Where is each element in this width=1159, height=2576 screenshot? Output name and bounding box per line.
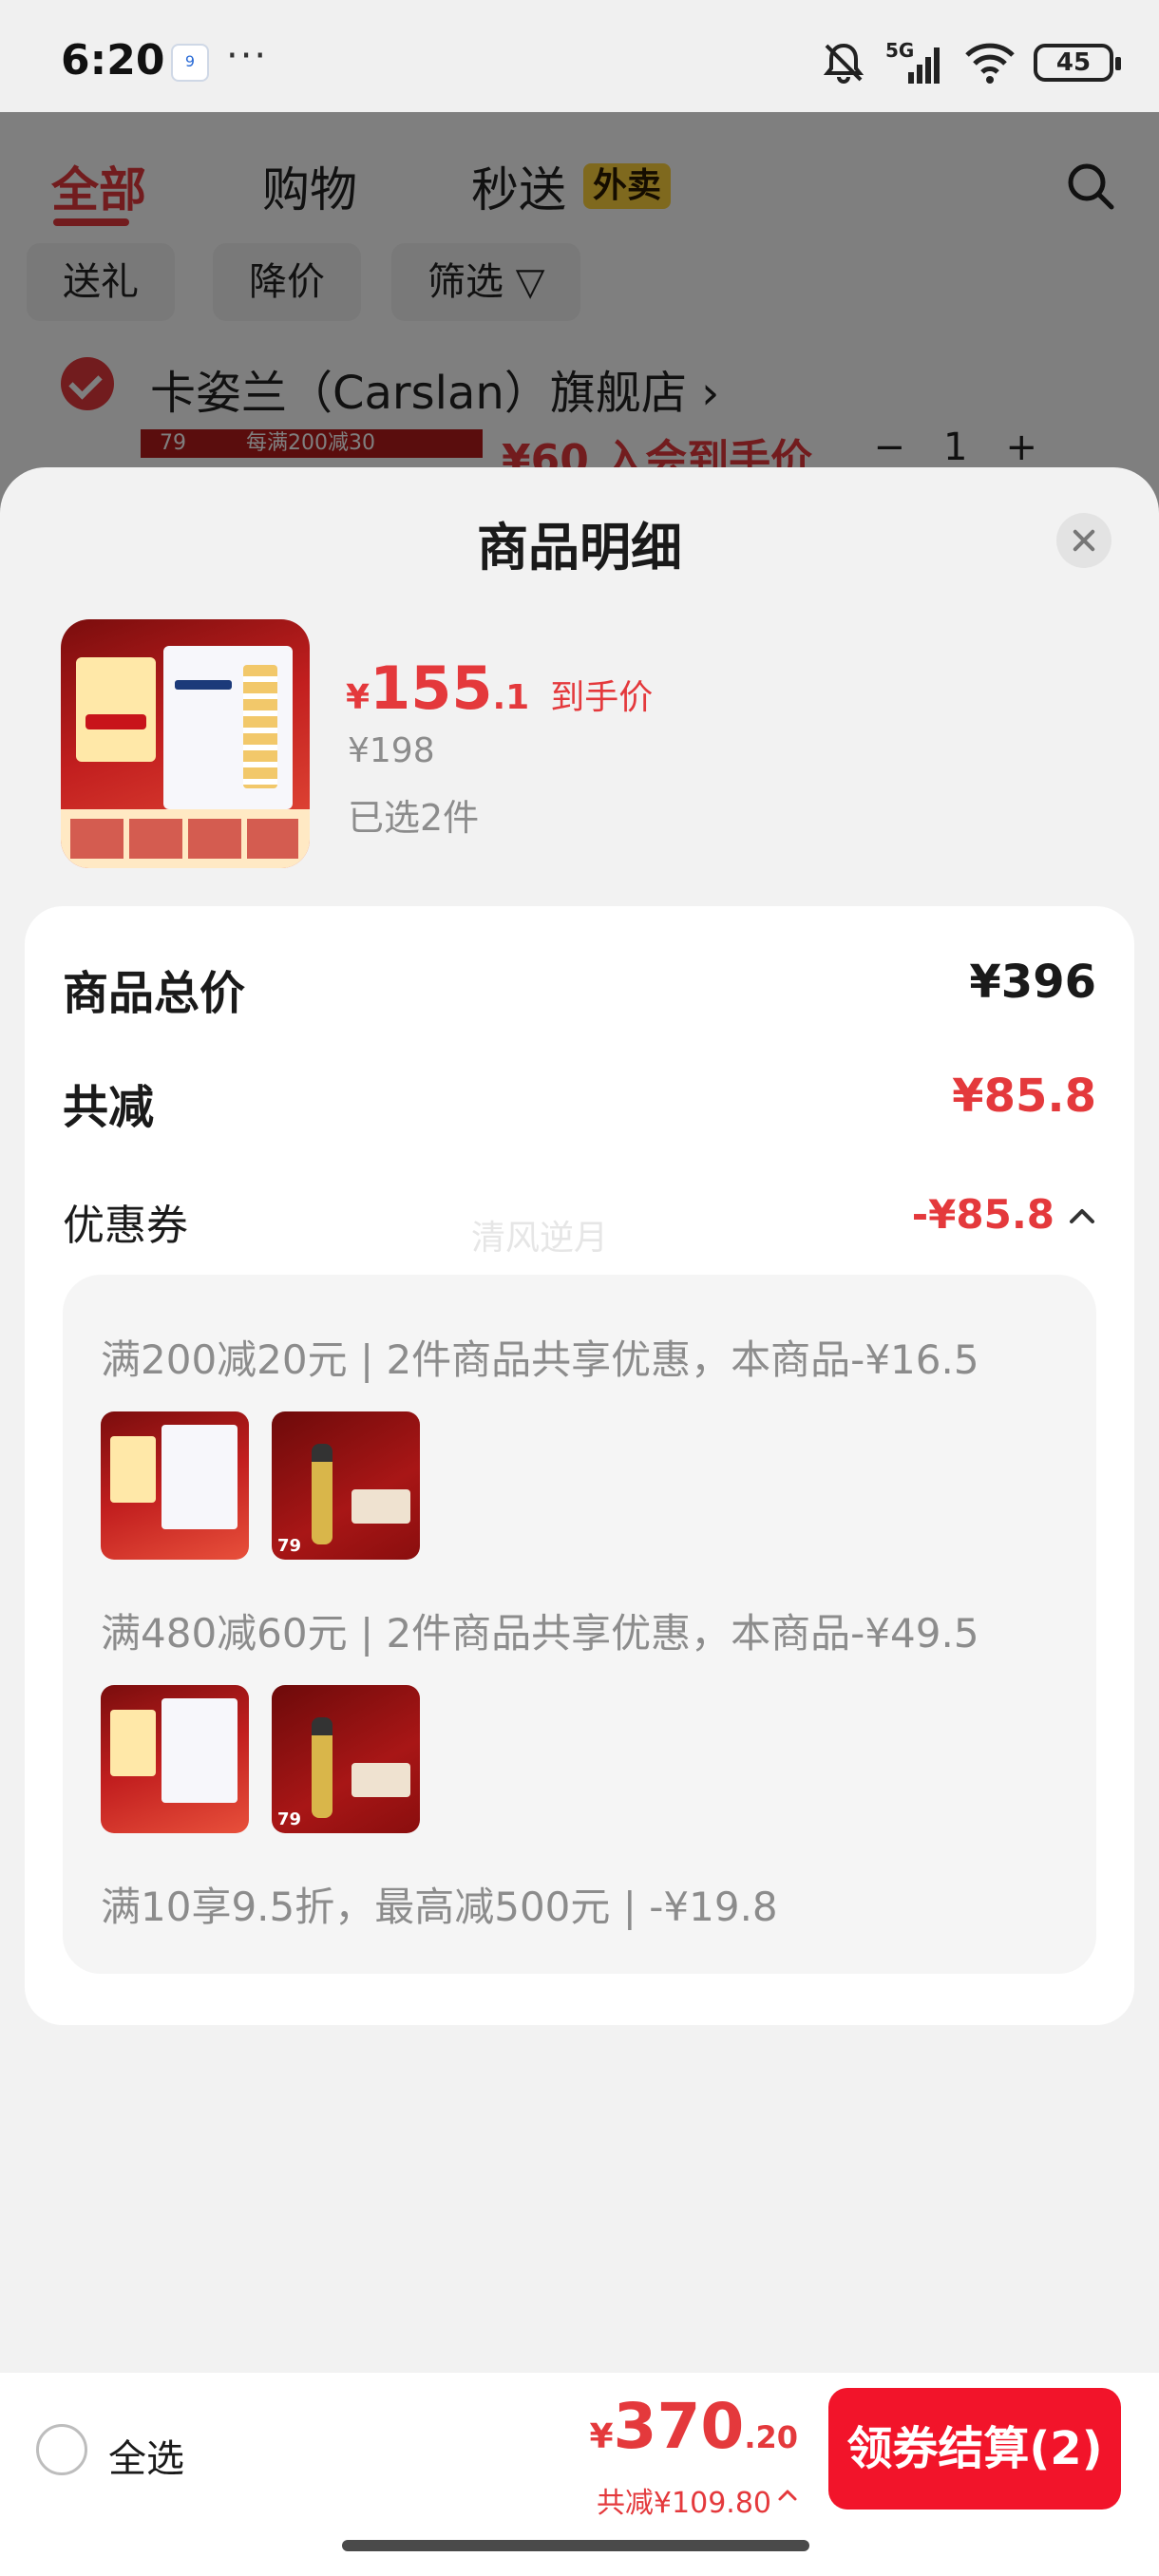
coupon-value[interactable]: -¥85.8 xyxy=(912,1191,1054,1238)
thumb-tag: 79 xyxy=(277,1809,302,1829)
total-saved[interactable]: 共减¥109.80 xyxy=(597,2479,771,2521)
price-detail-card: 商品总价 ¥396 共减 ¥85.8 清风逆月 优惠券 -¥85.8 满200减… xyxy=(25,906,1134,2025)
total-decimal: .20 xyxy=(744,2419,798,2455)
final-price: ¥ 155 .1 到手价 xyxy=(346,653,653,723)
wifi-icon xyxy=(963,40,1016,85)
chevron-up-icon[interactable] xyxy=(1068,1203,1096,1231)
product-image xyxy=(61,619,310,868)
home-indicator[interactable] xyxy=(342,2540,809,2551)
more-notifications-icon: ··· xyxy=(226,34,269,78)
coupon-item-text: 满10享9.5折，最高减500元 | -¥19.8 xyxy=(101,1884,778,1930)
coupon-label[interactable]: 优惠券 xyxy=(63,1191,188,1252)
original-price: ¥198 xyxy=(348,731,435,770)
product-image-badge xyxy=(76,657,156,762)
price-decimal: .1 xyxy=(492,678,530,717)
status-icons: 5G 45 xyxy=(819,36,1121,89)
close-icon[interactable] xyxy=(1056,513,1112,568)
coupon-product-thumb xyxy=(101,1685,249,1833)
network-type-label: 5G xyxy=(885,39,914,62)
selected-count: 已选2件 xyxy=(348,797,480,839)
signal-icon: 5G xyxy=(885,38,946,87)
product-detail-sheet: 商品明细 ¥ 155 .1 到手价 ¥198 已选2件 商品总价 ¥396 共减… xyxy=(0,467,1159,2576)
coupon-list: 满200减20元 | 2件商品共享优惠，本商品-¥16.5 79 满480减60… xyxy=(63,1275,1096,1974)
coupon-item-text: 满480减60元 | 2件商品共享优惠，本商品-¥49.5 xyxy=(101,1610,979,1657)
silent-bell-icon xyxy=(819,38,868,87)
price-tag-label: 到手价 xyxy=(550,678,654,717)
total-price-label: 商品总价 xyxy=(63,967,246,1020)
coupon-item-text: 满200减20元 | 2件商品共享优惠，本商品-¥16.5 xyxy=(101,1336,979,1383)
reduction-label: 共减 xyxy=(63,1081,155,1134)
status-time: 6:20 xyxy=(61,36,165,85)
coupon-product-thumb xyxy=(101,1411,249,1560)
select-all-label[interactable]: 全选 xyxy=(108,2428,184,2483)
status-bar: 6:20 9 ··· 5G 45 xyxy=(0,0,1159,112)
thumb-tag: 79 xyxy=(277,1536,302,1556)
watermark: 清风逆月 xyxy=(471,1219,609,1258)
chevron-up-icon[interactable] xyxy=(777,2485,798,2506)
product-image-box xyxy=(163,646,293,809)
coupon-product-thumb: 79 xyxy=(272,1685,420,1833)
sheet-title: 商品明细 xyxy=(477,518,682,578)
product-image-strip xyxy=(61,809,310,868)
price-integer: 155 xyxy=(370,653,493,723)
total-price-value: ¥396 xyxy=(969,956,1096,1009)
checkout-button[interactable]: 领券结算(2) xyxy=(828,2388,1121,2510)
battery-icon: 45 xyxy=(1034,44,1121,82)
reduction-value: ¥85.8 xyxy=(952,1070,1096,1123)
calendar-icon: 9 xyxy=(171,44,209,82)
total-currency: ¥ xyxy=(589,2417,614,2456)
total-integer: 370 xyxy=(613,2390,745,2463)
coupon-product-thumb: 79 xyxy=(272,1411,420,1560)
select-all-checkbox[interactable] xyxy=(36,2424,87,2475)
price-currency: ¥ xyxy=(346,678,370,717)
checkout-total-price: ¥ 370 .20 xyxy=(589,2390,798,2463)
